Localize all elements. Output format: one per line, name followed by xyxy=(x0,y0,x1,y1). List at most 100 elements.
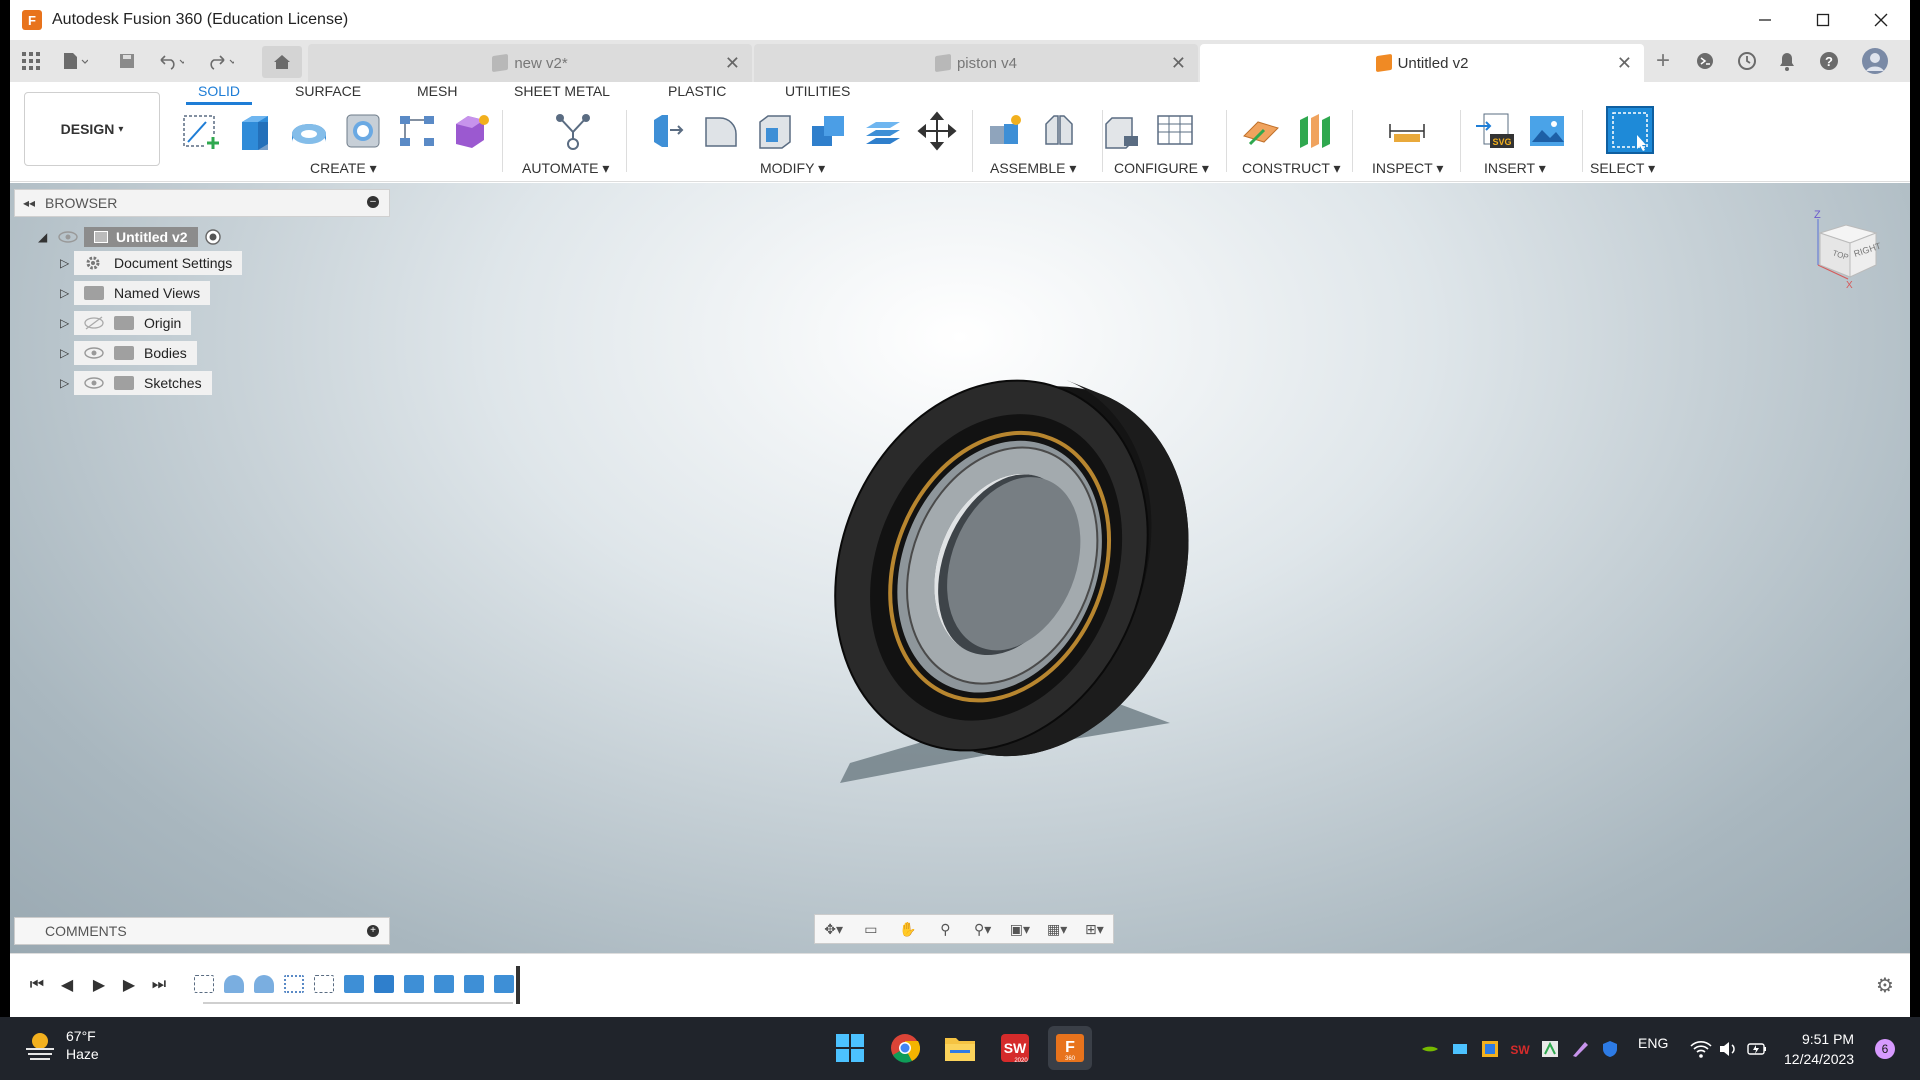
timeline-revolve-icon[interactable] xyxy=(224,975,244,993)
activate-radio-icon[interactable] xyxy=(204,228,222,246)
tray-office-icon[interactable] xyxy=(1540,1039,1560,1059)
combine-icon[interactable] xyxy=(808,110,850,152)
tab-plastic[interactable]: PLASTIC xyxy=(668,83,726,105)
timeline-sketch-icon[interactable] xyxy=(194,975,214,993)
expand-arrow-icon[interactable]: ▷ xyxy=(60,376,74,390)
go-to-start-icon[interactable]: ⏮ xyxy=(26,974,48,996)
configure-menu[interactable]: CONFIGURE ▾ xyxy=(1114,160,1209,177)
viewcube[interactable]: Z X TOP RIGHT xyxy=(1810,209,1890,289)
pan-icon[interactable]: ✋ xyxy=(897,920,919,938)
grid-settings-icon[interactable]: ▦▾ xyxy=(1046,920,1068,938)
nvidia-tray-icon[interactable] xyxy=(1420,1039,1440,1059)
tree-item-named-views[interactable]: ▷ Named Views xyxy=(60,281,211,305)
new-tab-icon[interactable]: + xyxy=(1650,47,1676,74)
pin-panel-icon[interactable]: – xyxy=(367,196,379,208)
configure-icon[interactable] xyxy=(1100,110,1142,152)
modify-menu[interactable]: MODIFY ▾ xyxy=(760,160,825,177)
construct-menu[interactable]: CONSTRUCT ▾ xyxy=(1242,160,1341,177)
tree-item-sketches[interactable]: ▷ Sketches xyxy=(60,371,212,395)
tray-pen-icon[interactable] xyxy=(1570,1039,1590,1059)
comments-panel[interactable]: COMMENTS + xyxy=(14,917,390,945)
tab-utilities[interactable]: UTILITIES xyxy=(785,83,850,105)
select-icon[interactable] xyxy=(1606,106,1654,154)
timeline-revolve-icon[interactable] xyxy=(254,975,274,993)
browser-root-node[interactable]: ◢ Untitled v2 xyxy=(38,227,222,247)
tab-untitled-v2[interactable]: Untitled v2 ✕ xyxy=(1200,44,1644,82)
maximize-button[interactable] xyxy=(1794,0,1852,40)
extrude-icon[interactable] xyxy=(234,110,276,152)
tab-surface[interactable]: SURFACE xyxy=(295,83,361,105)
start-button[interactable] xyxy=(828,1026,872,1070)
joint-icon[interactable] xyxy=(1038,110,1080,152)
inspect-menu[interactable]: INSPECT ▾ xyxy=(1372,160,1443,177)
tray-app-icon[interactable] xyxy=(1450,1039,1470,1059)
pattern-icon[interactable] xyxy=(396,110,438,152)
timeline-extrude-icon[interactable] xyxy=(344,975,364,993)
timeline-combine-icon[interactable] xyxy=(374,975,394,993)
volume-icon[interactable] xyxy=(1718,1039,1740,1059)
notifications-icon[interactable] xyxy=(1774,48,1800,74)
close-button[interactable] xyxy=(1852,0,1910,40)
battery-icon[interactable] xyxy=(1746,1039,1768,1059)
tree-item-document-settings[interactable]: ▷ Document Settings xyxy=(60,251,243,275)
press-pull-icon[interactable] xyxy=(646,110,688,152)
automate-menu[interactable]: AUTOMATE ▾ xyxy=(522,160,609,177)
select-menu[interactable]: SELECT ▾ xyxy=(1590,160,1655,177)
tab-close-icon[interactable]: ✕ xyxy=(1617,53,1632,74)
hole-icon[interactable] xyxy=(342,110,384,152)
help-icon[interactable]: ? xyxy=(1816,48,1842,74)
3d-viewport[interactable]: ◂◂ BROWSER – ◢ Untitled v2 ▷ Document Se… xyxy=(10,183,1910,953)
offset-face-icon[interactable] xyxy=(862,110,904,152)
configuration-table-icon[interactable] xyxy=(1154,110,1196,152)
wifi-icon[interactable] xyxy=(1690,1039,1712,1059)
timeline-sketch-icon[interactable] xyxy=(314,975,334,993)
timeline-marker[interactable] xyxy=(516,966,520,1004)
timeline-extrude-icon[interactable] xyxy=(434,975,454,993)
play-icon[interactable]: ▶ xyxy=(88,974,110,996)
taskbar-file-explorer[interactable] xyxy=(938,1026,982,1070)
fit-icon[interactable]: ⚲▾ xyxy=(972,920,994,938)
revolve-icon[interactable] xyxy=(288,110,330,152)
create-sketch-icon[interactable] xyxy=(180,110,222,152)
create-form-icon[interactable] xyxy=(450,110,492,152)
shell-icon[interactable] xyxy=(754,110,796,152)
home-icon[interactable] xyxy=(262,46,302,78)
offset-plane-icon[interactable] xyxy=(1240,110,1282,152)
tab-close-icon[interactable]: ✕ xyxy=(1171,53,1186,74)
expand-arrow-icon[interactable]: ▷ xyxy=(60,286,74,300)
tab-mesh[interactable]: MESH xyxy=(417,83,457,105)
insert-menu[interactable]: INSERT ▾ xyxy=(1484,160,1546,177)
undo-icon[interactable] xyxy=(158,48,184,74)
taskbar-fusion360[interactable]: F 360 xyxy=(1048,1026,1092,1070)
insert-svg-icon[interactable]: SVG xyxy=(1474,110,1516,152)
midplane-icon[interactable] xyxy=(1294,110,1336,152)
visibility-eye-icon[interactable] xyxy=(84,376,104,390)
tray-solidworks-icon[interactable]: SW xyxy=(1510,1039,1530,1059)
measure-icon[interactable] xyxy=(1386,110,1428,152)
add-comment-icon[interactable]: + xyxy=(367,925,379,937)
notification-badge[interactable]: 6 xyxy=(1875,1039,1895,1059)
expand-arrow-icon[interactable]: ▷ xyxy=(60,316,74,330)
tree-item-origin[interactable]: ▷ Origin xyxy=(60,311,192,335)
app-grid-icon[interactable] xyxy=(18,48,44,74)
redo-icon[interactable] xyxy=(208,48,234,74)
bearing-model[interactable] xyxy=(790,363,1210,803)
minimize-button[interactable] xyxy=(1736,0,1794,40)
file-menu-icon[interactable] xyxy=(62,48,88,74)
timeline-extrude-icon[interactable] xyxy=(404,975,424,993)
assemble-menu[interactable]: ASSEMBLE ▾ xyxy=(990,160,1076,177)
taskbar-solidworks[interactable]: SW 2020 xyxy=(993,1026,1037,1070)
tray-security-icon[interactable] xyxy=(1600,1039,1620,1059)
extensions-icon[interactable] xyxy=(1692,48,1718,74)
timeline-extrude-icon[interactable] xyxy=(464,975,484,993)
tab-solid[interactable]: SOLID xyxy=(186,83,253,105)
hidden-eye-icon[interactable] xyxy=(84,316,104,330)
automate-icon[interactable] xyxy=(552,110,594,152)
step-back-icon[interactable]: ◀ xyxy=(56,974,78,996)
tab-piston-v4[interactable]: piston v4 ✕ xyxy=(754,44,1198,82)
move-copy-icon[interactable] xyxy=(916,110,958,152)
step-forward-icon[interactable]: ▶ xyxy=(118,974,140,996)
create-menu[interactable]: CREATE ▾ xyxy=(310,160,377,177)
expand-arrow-icon[interactable]: ▷ xyxy=(60,256,74,270)
new-component-icon[interactable] xyxy=(984,110,1026,152)
